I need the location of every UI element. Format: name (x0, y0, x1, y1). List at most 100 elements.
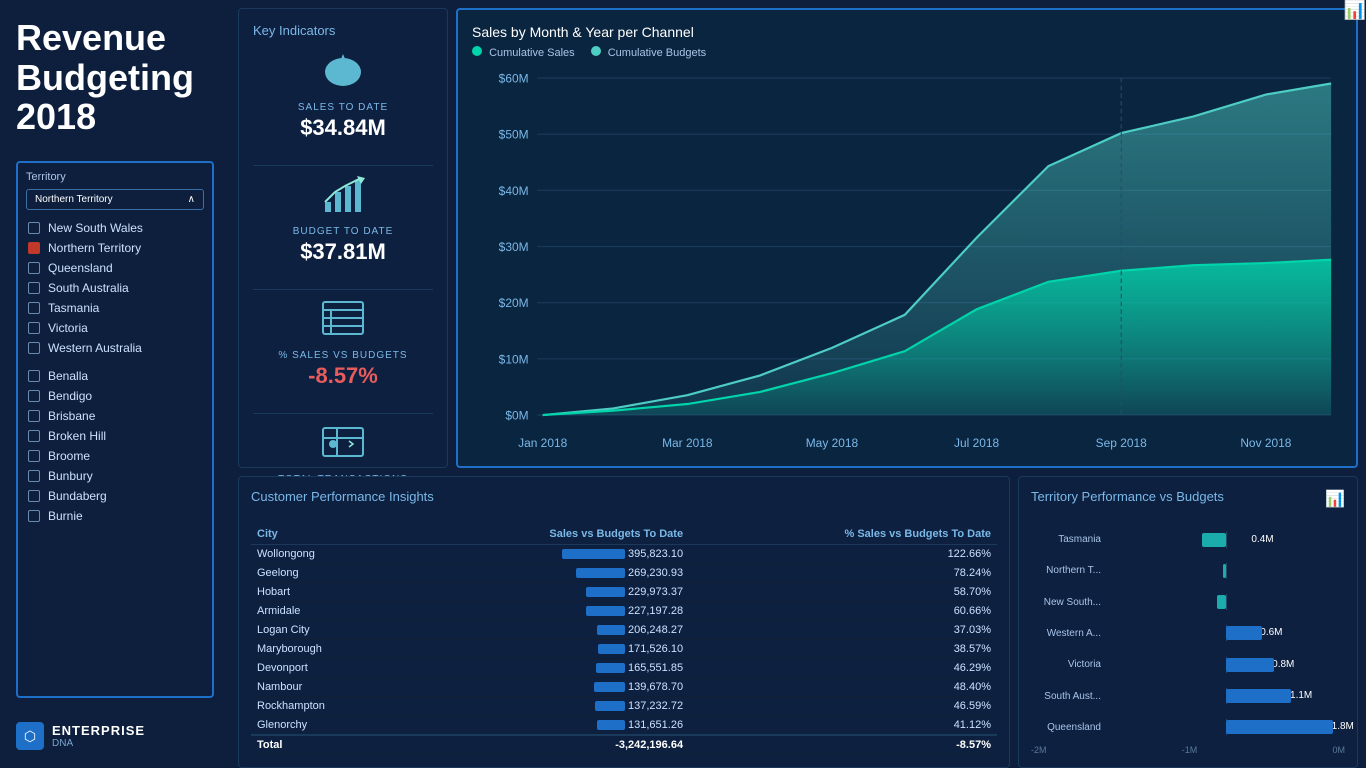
table-row: Geelong 269,230.9378.24% (251, 564, 997, 583)
territory-bar-row: Tasmania0.4M (1031, 532, 1345, 548)
checkbox-empty (28, 430, 40, 442)
col-pct: % Sales vs Budgets To Date (689, 524, 997, 545)
budget-icon (321, 174, 365, 222)
territory-item[interactable]: Queensland (26, 258, 204, 278)
territory-panel: Territory Performance vs Budgets 📊 Tasma… (1018, 476, 1358, 768)
city-item[interactable]: Bundaberg (26, 486, 204, 506)
dropdown-value: Northern Territory (35, 194, 113, 205)
city-item[interactable]: Bendigo (26, 386, 204, 406)
table-row: Devonport 165,551.8546.29% (251, 659, 997, 678)
checkbox-empty (28, 390, 40, 402)
city-list: BenallaBendigoBrisbaneBroken HillBroomeB… (26, 366, 204, 526)
table-row: Armidale 227,197.2860.66% (251, 602, 997, 621)
logo-sub: DNA (52, 738, 145, 749)
svg-text:Sep 2018: Sep 2018 (1096, 436, 1147, 450)
enterprise-logo: ⬡ ENTERPRISE DNA (16, 722, 214, 750)
svg-text:Nov 2018: Nov 2018 (1240, 436, 1291, 450)
svg-text:$10M: $10M (499, 352, 529, 366)
territory-filter: Territory Northern Territory ∧ New South… (16, 161, 214, 698)
checkbox-empty (28, 510, 40, 522)
chart-expand-icon[interactable]: 📊 (1344, 0, 1366, 21)
budget-value: $37.81M (300, 239, 386, 265)
territory-item[interactable]: Tasmania (26, 298, 204, 318)
main-content: Key Indicators SALES TO DATE $34.84M (230, 0, 1366, 768)
table-row: Maryborough 171,526.1038.57% (251, 640, 997, 659)
territory-bar (1217, 595, 1226, 609)
city-item[interactable]: Burnie (26, 506, 204, 526)
checkbox-filled (28, 242, 40, 254)
checkbox-empty (28, 282, 40, 294)
territory-bars: Tasmania0.4M Northern T... New South... Wes… (1031, 524, 1345, 743)
legend-cumulative-budgets: Cumulative Budgets (591, 46, 707, 59)
territory-bar-row: Western A...-0.6M (1031, 625, 1345, 641)
customer-table-scroll[interactable]: City Sales vs Budgets To Date % Sales vs… (251, 516, 997, 755)
svg-text:Mar 2018: Mar 2018 (662, 436, 713, 450)
territory-bar (1226, 689, 1291, 703)
checkbox-empty (28, 370, 40, 382)
territory-bar (1223, 564, 1226, 578)
svg-text:May 2018: May 2018 (806, 436, 859, 450)
city-item[interactable]: Broome (26, 446, 204, 466)
city-item[interactable]: Benalla (26, 366, 204, 386)
line-chart-svg: $60M $50M $40M $30M $20M $10M $0M Jan 20… (472, 67, 1342, 464)
sidebar: RevenueBudgeting2018 Territory Northern … (0, 0, 230, 768)
filter-label: Territory (26, 171, 204, 183)
territory-list: New South WalesNorthern TerritoryQueensl… (26, 218, 204, 358)
customer-table: City Sales vs Budgets To Date % Sales vs… (251, 524, 997, 755)
customer-table-body: Wollongong 395,823.10122.66%Geelong 269,… (251, 545, 997, 755)
territory-item[interactable]: Northern Territory (26, 238, 204, 258)
territory-dropdown[interactable]: Northern Territory ∧ (26, 189, 204, 210)
svg-text:Jan 2018: Jan 2018 (518, 436, 567, 450)
table-total-row: Total-3,242,196.64-8.57% (251, 735, 997, 755)
sales-label: SALES TO DATE (298, 102, 388, 113)
chart-title: Sales by Month & Year per Channel (472, 24, 694, 40)
territory-item[interactable]: Victoria (26, 318, 204, 338)
svg-text:$50M: $50M (499, 128, 529, 142)
territory-bar-row: New South... (1031, 594, 1345, 610)
budget-label: BUDGET TO DATE (293, 226, 394, 237)
table-row: Hobart 229,973.3758.70% (251, 583, 997, 602)
key-indicators-panel: Key Indicators SALES TO DATE $34.84M (238, 8, 448, 468)
territory-bar (1226, 720, 1333, 734)
checkbox-empty (28, 322, 40, 334)
territory-bar-row: Northern T... (1031, 563, 1345, 579)
customer-panel-title: Customer Performance Insights (251, 489, 997, 504)
territory-item[interactable]: New South Wales (26, 218, 204, 238)
x-label-minus1m: -1M (1182, 745, 1198, 755)
svg-text:$20M: $20M (499, 296, 529, 310)
territory-chart-icon[interactable]: 📊 (1325, 489, 1345, 509)
chart-area: $60M $50M $40M $30M $20M $10M $0M Jan 20… (472, 67, 1342, 464)
logo-text: ENTERPRISE (52, 723, 145, 738)
city-item[interactable]: Broken Hill (26, 426, 204, 446)
x-label-minus2m: -2M (1031, 745, 1047, 755)
checkbox-empty (28, 490, 40, 502)
svg-text:$40M: $40M (499, 184, 529, 198)
sales-to-date-block: SALES TO DATE $34.84M (253, 50, 433, 141)
australia-icon (318, 50, 368, 98)
territory-item[interactable]: Western Australia (26, 338, 204, 358)
pct-label: % SALES VS BUDGETS (278, 350, 407, 361)
svg-text:$30M: $30M (499, 240, 529, 254)
bottom-row: Customer Performance Insights City Sales… (238, 476, 1358, 768)
checkbox-empty (28, 342, 40, 354)
city-item[interactable]: Brisbane (26, 406, 204, 426)
territory-bar-row: Victoria-0.8M (1031, 657, 1345, 673)
pct-block: % SALES VS BUDGETS -8.57% (253, 298, 433, 389)
checkbox-empty (28, 450, 40, 462)
x-label-0m: 0M (1332, 745, 1345, 755)
svg-text:$60M: $60M (499, 71, 529, 85)
svg-text:$0M: $0M (505, 408, 528, 422)
cumulative-budgets-dot (591, 46, 601, 56)
legend-cumulative-sales: Cumulative Sales (472, 46, 575, 59)
sales-value: $34.84M (300, 115, 386, 141)
percentage-icon (321, 298, 365, 346)
territory-item[interactable]: South Australia (26, 278, 204, 298)
territory-panel-title: Territory Performance vs Budgets (1031, 489, 1224, 504)
territory-bar (1202, 533, 1226, 547)
checkbox-empty (28, 470, 40, 482)
city-item[interactable]: Bunbury (26, 466, 204, 486)
territory-bar (1226, 658, 1274, 672)
territory-bar (1226, 626, 1262, 640)
table-row: Rockhampton 137,232.7246.59% (251, 697, 997, 716)
checkbox-empty (28, 222, 40, 234)
